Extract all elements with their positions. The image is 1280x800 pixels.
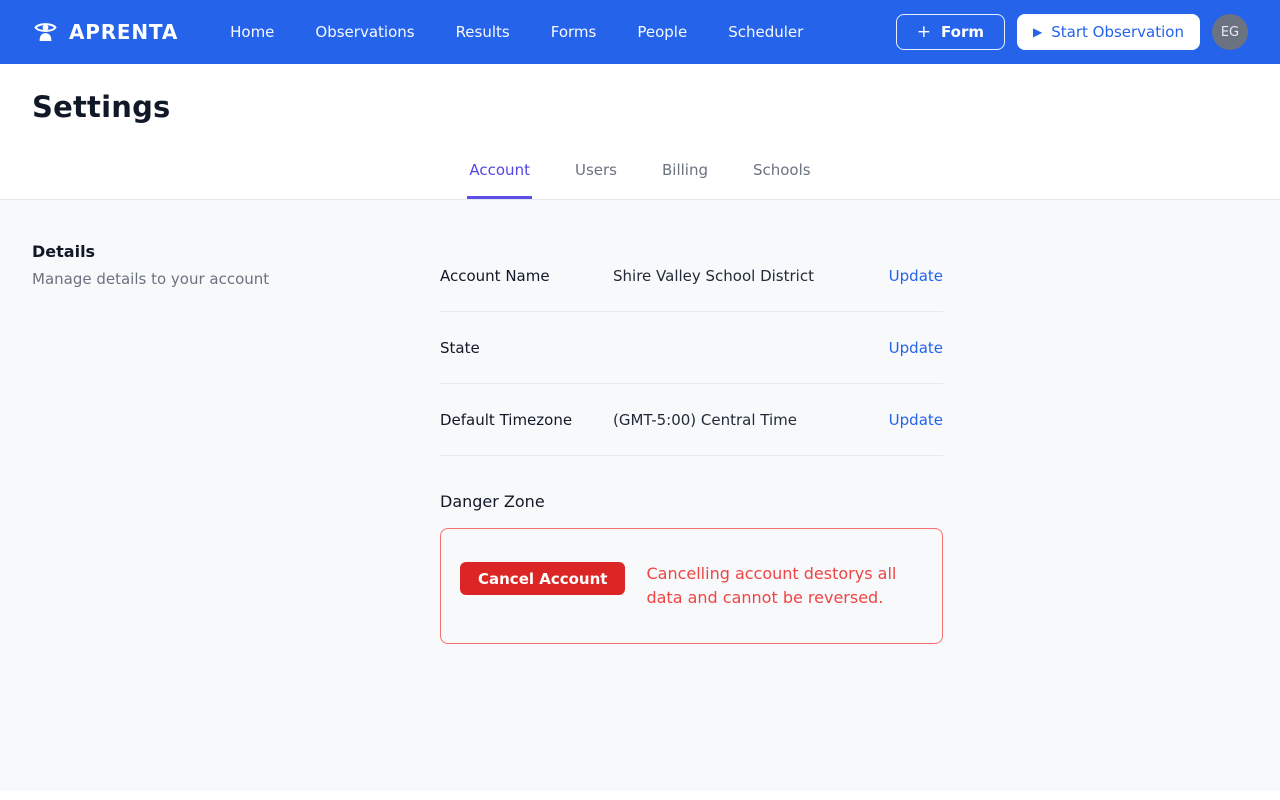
danger-zone-warning-text: Cancelling account destorys all data and… xyxy=(646,562,922,610)
nav-item-results[interactable]: Results xyxy=(456,23,510,41)
state-update-link[interactable]: Update xyxy=(889,339,943,357)
settings-panel: Account Name Shire Valley School Distric… xyxy=(440,240,943,644)
top-navbar: APRENTA Home Observations Results Forms … xyxy=(0,0,1280,64)
tab-users[interactable]: Users xyxy=(573,161,619,199)
account-name-value: Shire Valley School District xyxy=(613,267,889,285)
new-form-button-label: Form xyxy=(941,23,984,41)
plus-icon: + xyxy=(917,22,931,42)
tab-billing[interactable]: Billing xyxy=(660,161,710,199)
play-icon: ▶ xyxy=(1033,26,1042,38)
aprenta-eye-person-icon xyxy=(32,19,59,46)
nav-item-forms[interactable]: Forms xyxy=(551,23,597,41)
cancel-account-button[interactable]: Cancel Account xyxy=(460,562,625,595)
details-section-intro: Details Manage details to your account xyxy=(32,242,269,288)
brand-name: APRENTA xyxy=(69,20,178,44)
brand-logo[interactable]: APRENTA xyxy=(32,19,178,46)
nav-links: Home Observations Results Forms People S… xyxy=(230,23,803,41)
page-header: Settings Account Users Billing Schools xyxy=(0,64,1280,199)
default-timezone-label: Default Timezone xyxy=(440,411,613,429)
state-label: State xyxy=(440,339,613,357)
details-subheading: Manage details to your account xyxy=(32,270,269,288)
start-observation-label: Start Observation xyxy=(1051,23,1184,41)
nav-item-scheduler[interactable]: Scheduler xyxy=(728,23,803,41)
settings-tabs: Account Users Billing Schools xyxy=(0,161,1280,199)
setting-row-account-name: Account Name Shire Valley School Distric… xyxy=(440,240,943,312)
nav-item-home[interactable]: Home xyxy=(230,23,274,41)
nav-item-people[interactable]: People xyxy=(637,23,687,41)
details-heading: Details xyxy=(32,242,269,261)
setting-row-state: State Update xyxy=(440,312,943,384)
new-form-button[interactable]: + Form xyxy=(896,14,1005,50)
default-timezone-update-link[interactable]: Update xyxy=(889,411,943,429)
account-name-update-link[interactable]: Update xyxy=(889,267,943,285)
tab-schools[interactable]: Schools xyxy=(751,161,813,199)
account-settings-content: Details Manage details to your account A… xyxy=(0,199,1280,791)
page-title: Settings xyxy=(0,64,1280,124)
nav-item-observations[interactable]: Observations xyxy=(315,23,414,41)
danger-zone-heading: Danger Zone xyxy=(440,492,943,511)
tab-account[interactable]: Account xyxy=(467,161,532,199)
setting-row-default-timezone: Default Timezone (GMT-5:00) Central Time… xyxy=(440,384,943,456)
nav-actions: + Form ▶ Start Observation EG xyxy=(896,14,1248,50)
danger-zone-box: Cancel Account Cancelling account destor… xyxy=(440,528,943,644)
account-name-label: Account Name xyxy=(440,267,613,285)
default-timezone-value: (GMT-5:00) Central Time xyxy=(613,411,889,429)
user-avatar[interactable]: EG xyxy=(1212,14,1248,50)
start-observation-button[interactable]: ▶ Start Observation xyxy=(1017,14,1200,50)
